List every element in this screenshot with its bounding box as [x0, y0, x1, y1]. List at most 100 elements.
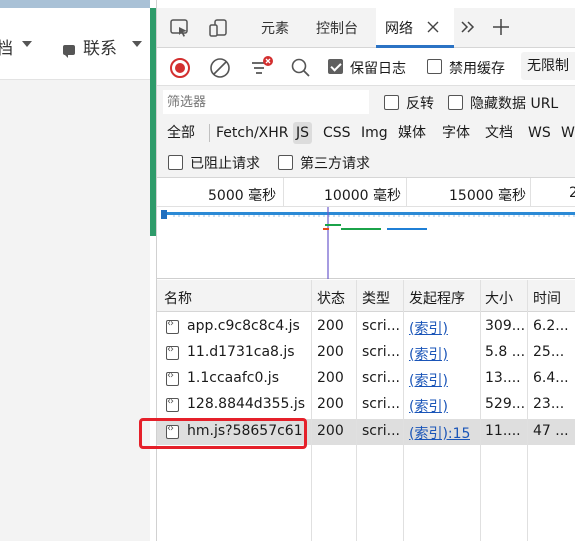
type-ws[interactable]: WS	[525, 122, 554, 144]
record-stop-icon[interactable]	[167, 55, 193, 81]
preserve-log-checkbox[interactable]	[328, 59, 343, 74]
cell-time: 23...	[533, 396, 565, 412]
webpage-background: 档 联系	[0, 0, 150, 541]
search-icon[interactable]	[288, 55, 314, 81]
disable-cache-checkbox[interactable]	[427, 59, 442, 74]
cell-size: 529...	[485, 396, 526, 412]
cell-size: 11....	[485, 423, 521, 439]
filter-input[interactable]	[163, 90, 369, 114]
column-divider[interactable]	[356, 280, 357, 541]
table-row[interactable]: 128.8844d355.js 200 scri... (索引) 529... …	[157, 392, 575, 418]
close-tab-icon[interactable]	[425, 19, 447, 39]
cell-type: scri...	[362, 396, 400, 412]
table-row[interactable]: 11.d1731ca8.js 200 scri... (索引) 5.8 ... …	[157, 340, 575, 366]
hide-data-url-label: 隐藏数据 URL	[470, 96, 559, 112]
type-doc[interactable]: 文档	[482, 122, 516, 144]
page-top-strip	[0, 0, 150, 8]
script-file-icon	[166, 396, 179, 412]
type-media[interactable]: 媒体	[395, 122, 429, 144]
devtools-tabbar: 元素 控制台 网络	[157, 8, 575, 48]
waterfall-bar	[387, 228, 427, 230]
header-size[interactable]: 大小	[485, 288, 513, 308]
filter-clear-icon[interactable]	[248, 55, 274, 81]
column-divider[interactable]	[527, 280, 528, 541]
cell-status: 200	[317, 318, 344, 334]
cell-type: scri...	[362, 318, 400, 334]
cell-initiator-link[interactable]: (索引)	[409, 344, 448, 364]
invert-checkbox[interactable]	[384, 95, 399, 110]
blocked-requests-checkbox[interactable]	[168, 155, 183, 170]
invert-label: 反转	[406, 96, 434, 112]
resource-type-filters: 全部 Fetch/XHR JS CSS Img 媒体 字体 文档 WS W	[157, 118, 575, 148]
tick-label: 10000 毫秒	[324, 188, 401, 204]
requests-table: 名称 状态 类型 发起程序 大小 时间 app.c9c8c8c4.js 200 …	[157, 280, 575, 541]
throttling-select[interactable]: 无限制	[521, 52, 575, 80]
cell-size: 309...	[485, 318, 526, 334]
chevron-down-icon	[22, 41, 32, 47]
cell-status: 200	[317, 423, 344, 439]
cell-name: 11.d1731ca8.js	[187, 344, 295, 360]
cell-initiator-link[interactable]: (索引)	[409, 396, 448, 416]
cell-name: app.c9c8c8c4.js	[187, 318, 300, 334]
table-row[interactable]: app.c9c8c8c4.js 200 scri... (索引) 309... …	[157, 314, 575, 340]
devtools-panel: 元素 控制台 网络 保留日志 禁用缓存 无限制 筛选器 反转 隐藏数据 URL …	[156, 0, 575, 541]
type-wasm[interactable]: W	[558, 122, 575, 144]
cell-initiator-link[interactable]: (索引)	[409, 318, 448, 338]
cell-time: 6.2...	[533, 318, 569, 334]
tick-label: 5000 毫秒	[208, 188, 277, 204]
type-font[interactable]: 字体	[439, 122, 473, 144]
type-fetch-xhr[interactable]: Fetch/XHR	[213, 122, 292, 144]
tab-network[interactable]: 网络	[385, 18, 413, 38]
nav-item-partial[interactable]: 档	[0, 34, 13, 59]
tick-line	[530, 178, 531, 206]
cell-initiator-link[interactable]: (索引):15	[409, 423, 470, 443]
third-party-checkbox[interactable]	[278, 155, 293, 170]
header-status[interactable]: 状态	[317, 288, 345, 308]
type-js[interactable]: JS	[293, 122, 313, 144]
filter-row: 反转 隐藏数据 URL	[157, 86, 575, 118]
disable-cache-label: 禁用缓存	[449, 61, 505, 77]
cell-initiator-link[interactable]: (索引)	[409, 370, 448, 390]
network-toolbar: 保留日志 禁用缓存 无限制	[157, 48, 575, 86]
hide-data-url-checkbox[interactable]	[448, 95, 463, 110]
column-divider[interactable]	[403, 280, 404, 541]
header-initiator[interactable]: 发起程序	[409, 288, 465, 308]
header-type[interactable]: 类型	[362, 288, 390, 308]
type-img[interactable]: Img	[358, 122, 391, 144]
page-navbar: 档 联系	[0, 8, 150, 80]
tick-label: 2	[569, 185, 575, 201]
column-divider[interactable]	[480, 280, 481, 541]
table-row[interactable]: 1.1ccaafc0.js 200 scri... (索引) 13.... 6.…	[157, 366, 575, 392]
type-css[interactable]: CSS	[320, 122, 354, 144]
type-all[interactable]: 全部	[164, 122, 198, 144]
add-tab-icon[interactable]	[491, 17, 513, 37]
header-time[interactable]: 时间	[533, 288, 561, 308]
tick-line	[406, 178, 407, 206]
script-file-icon	[166, 344, 179, 360]
waterfall-bar	[325, 224, 341, 226]
column-divider[interactable]	[311, 280, 312, 541]
device-emulation-icon[interactable]	[208, 18, 230, 38]
table-header: 名称 状态 类型 发起程序 大小 时间	[157, 280, 575, 312]
waterfall-bar	[341, 228, 381, 230]
selection-handle	[161, 210, 167, 219]
message-icon	[63, 45, 75, 58]
tick-label: 15000 毫秒	[449, 188, 526, 204]
chevron-down-icon	[132, 41, 142, 47]
inspect-element-icon[interactable]	[169, 18, 191, 38]
tab-elements[interactable]: 元素	[261, 18, 289, 38]
script-file-icon	[166, 370, 179, 386]
request-filter-row: 已阻止请求 第三方请求	[157, 148, 575, 178]
cell-status: 200	[317, 370, 344, 386]
type-divider	[209, 124, 210, 142]
clear-icon[interactable]	[207, 55, 233, 81]
cell-type: scri...	[362, 370, 400, 386]
nav-item-contact[interactable]: 联系	[83, 34, 117, 59]
tick-line	[283, 178, 284, 206]
cell-size: 13....	[485, 370, 521, 386]
tab-console[interactable]: 控制台	[316, 18, 358, 38]
waterfall-overview	[161, 207, 575, 279]
header-name[interactable]: 名称	[164, 288, 192, 308]
network-overview-timeline[interactable]: 5000 毫秒 10000 毫秒 15000 毫秒 2	[157, 178, 575, 279]
more-tabs-icon[interactable]	[459, 19, 481, 39]
